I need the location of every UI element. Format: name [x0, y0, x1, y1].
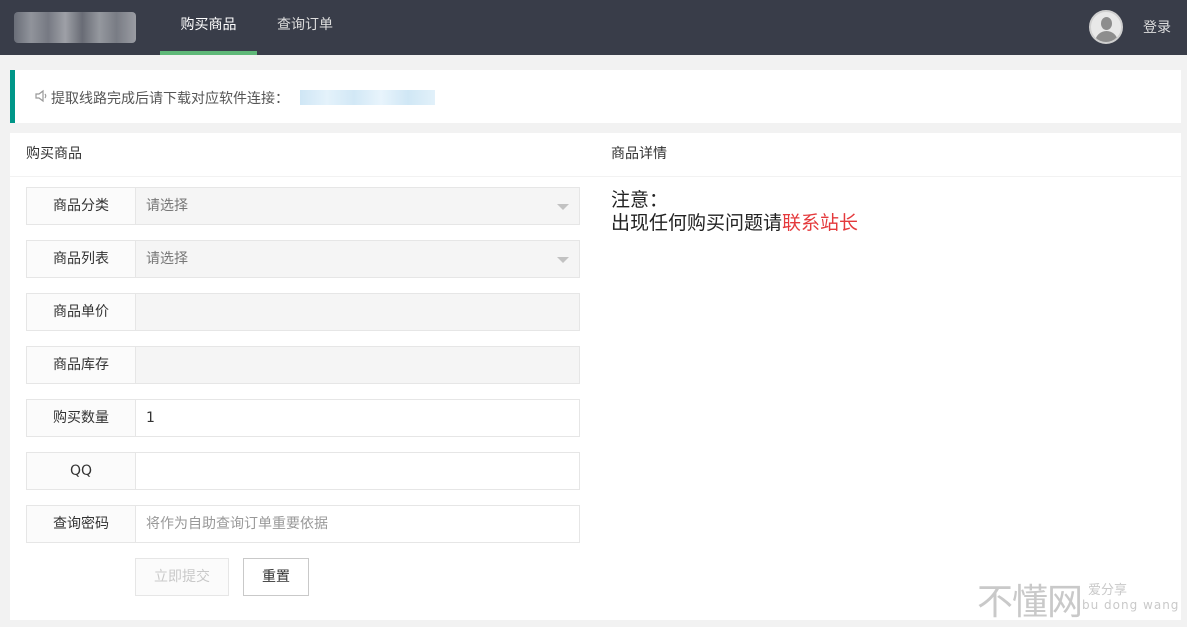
panel-divider — [10, 176, 1181, 177]
note-heading: 注意： — [611, 189, 669, 211]
watermark-pinyin: bu dong wang — [1082, 598, 1180, 612]
speaker-icon — [35, 89, 47, 103]
login-link[interactable]: 登录 — [1143, 17, 1171, 37]
note-text: 出现任何购买问题请联系站长 — [611, 212, 858, 235]
watermark-subtitle: 爱分享 — [1088, 583, 1128, 598]
category-label: 商品分类 — [26, 187, 136, 225]
query-password-label: 查询密码 — [26, 505, 136, 543]
nav-tab-query-order[interactable]: 查询订单 — [258, 0, 352, 55]
form-row-product-list: 商品列表 请选择 — [26, 240, 580, 278]
detail-panel-title: 商品详情 — [611, 146, 667, 162]
product-list-select-value: 请选择 — [146, 251, 188, 267]
form-row-category: 商品分类 请选择 — [26, 187, 580, 225]
qq-input[interactable] — [135, 452, 580, 490]
contact-admin-link[interactable]: 联系站长 — [782, 212, 858, 234]
chevron-down-icon — [557, 257, 569, 263]
unit-price-label: 商品单价 — [26, 293, 136, 331]
form-row-unit-price: 商品单价 — [26, 293, 580, 331]
unit-price-field — [135, 293, 580, 331]
note-text-main: 出现任何购买问题请 — [611, 212, 783, 234]
top-navbar: 购买商品 查询订单 登录 — [0, 0, 1187, 55]
reset-button[interactable]: 重置 — [243, 558, 309, 596]
stock-label: 商品库存 — [26, 346, 136, 384]
notice-bar: 提取线路完成后请下载对应软件连接： — [10, 70, 1181, 123]
product-list-select[interactable]: 请选择 — [135, 240, 580, 278]
download-link[interactable] — [300, 90, 435, 105]
notice-text: 提取线路完成后请下载对应软件连接： — [51, 91, 289, 107]
category-select[interactable]: 请选择 — [135, 187, 580, 225]
form-row-quantity: 购买数量 1 — [26, 399, 580, 437]
qq-label: QQ — [26, 452, 136, 490]
main-card: 购买商品 商品详情 商品分类 请选择 商品列表 请选择 商品单价 商品库存 购买… — [10, 133, 1181, 620]
nav-tab-buy[interactable]: 购买商品 — [160, 0, 257, 55]
buy-panel-title: 购买商品 — [26, 146, 82, 162]
quantity-input[interactable]: 1 — [135, 399, 580, 437]
watermark-logo: 不懂网 — [977, 582, 1083, 623]
submit-button[interactable]: 立即提交 — [135, 558, 229, 596]
quantity-label: 购买数量 — [26, 399, 136, 437]
query-password-input[interactable]: 将作为自助查询订单重要依据 — [135, 505, 580, 543]
site-logo[interactable] — [14, 12, 136, 43]
form-row-query-password: 查询密码 将作为自助查询订单重要依据 — [26, 505, 580, 543]
form-row-stock: 商品库存 — [26, 346, 580, 384]
category-select-value: 请选择 — [146, 198, 188, 214]
product-list-label: 商品列表 — [26, 240, 136, 278]
form-row-qq: QQ — [26, 452, 580, 490]
user-avatar-icon[interactable] — [1089, 10, 1123, 44]
stock-field — [135, 346, 580, 384]
chevron-down-icon — [557, 204, 569, 210]
